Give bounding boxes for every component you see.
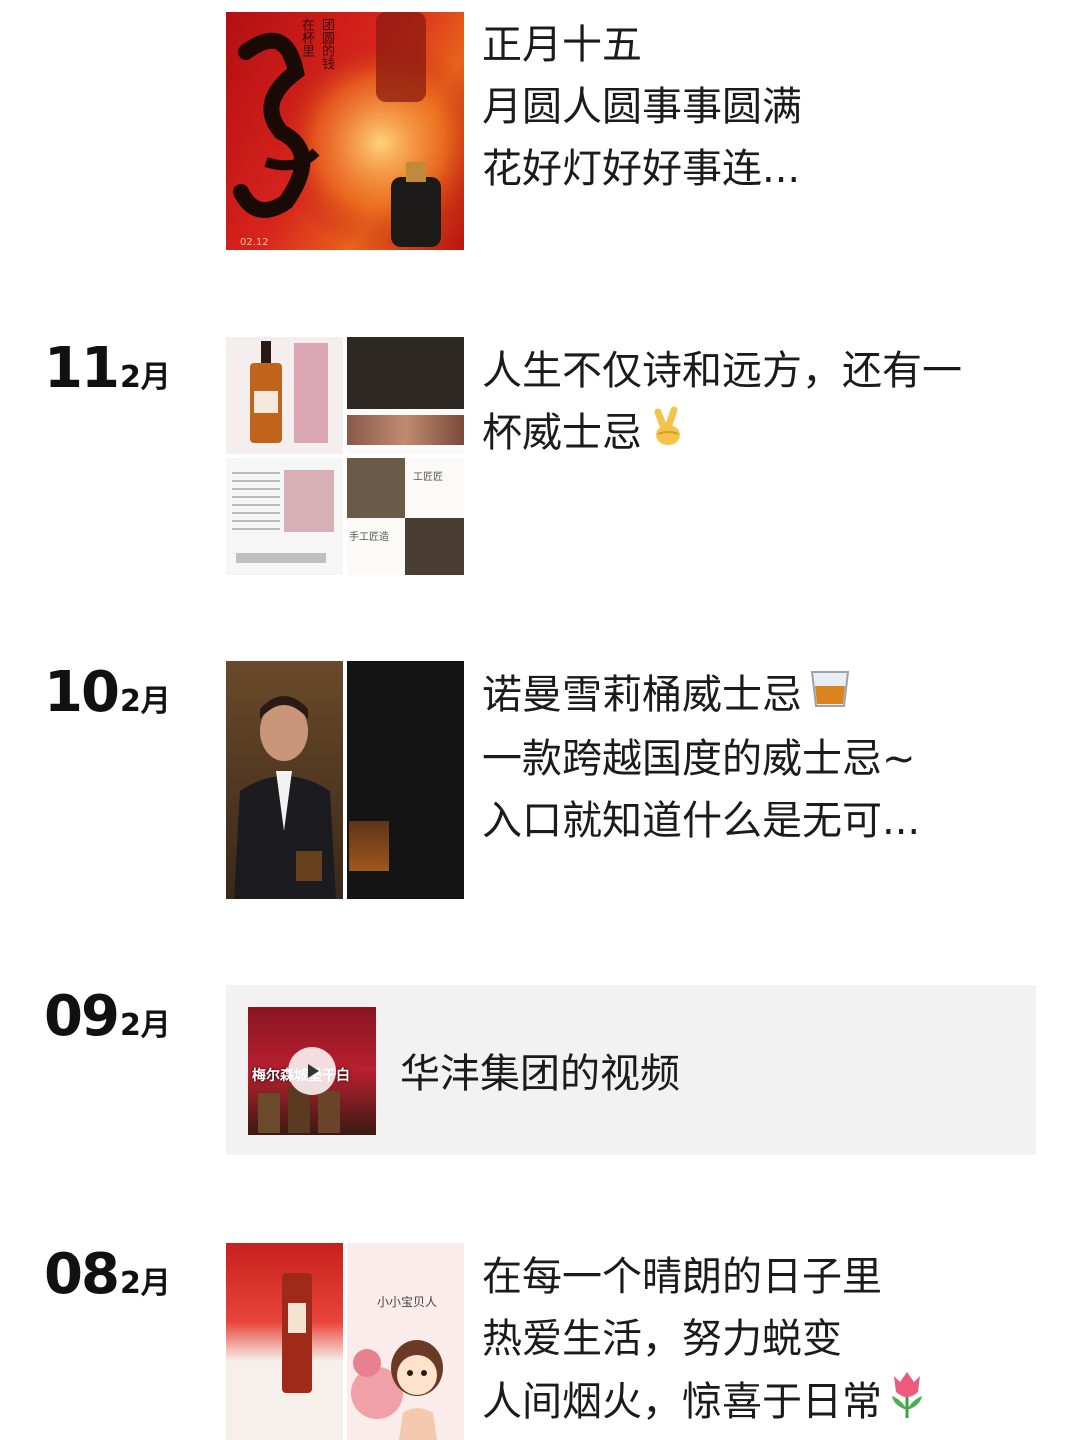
date-month: 2月 <box>119 684 171 719</box>
date-day: 11 <box>44 336 120 401</box>
post-text[interactable]: 正月十五 月圆人圆事事圆满 花好灯好好事连... <box>482 14 1042 200</box>
video-thumbnail[interactable]: 梅尔森城堡干白 <box>248 1007 376 1135</box>
post-line: 人生不仅诗和远方，还有一 <box>482 348 962 394</box>
post-line: 诺曼雪莉桶威士忌 <box>482 672 802 718</box>
victory-hand-icon <box>646 404 690 466</box>
craft-caption: 工匠匠 <box>413 472 443 483</box>
cartoon-girl-image: 小小宝贝人 <box>347 1243 464 1440</box>
post-date: 10 2月 <box>44 660 171 725</box>
post-text[interactable]: 在每一个晴朗的日子里 热爱生活，努力蜕变 人间烟火，惊喜于日常 <box>482 1246 1042 1438</box>
post-thumbnail[interactable] <box>226 661 464 899</box>
date-day: 08 <box>44 1242 120 1307</box>
distillery-image <box>347 337 464 454</box>
post-thumbnail[interactable]: 团圆的钱 在杯里 02.12 <box>226 12 464 250</box>
craft-image: 手工匠造 工匠匠 <box>347 458 464 575</box>
post-date: 09 2月 <box>44 984 171 1049</box>
post-line: 人间烟火，惊喜于日常 <box>482 1379 882 1425</box>
post-line: 在每一个晴朗的日子里 <box>482 1254 882 1300</box>
date-day: 09 <box>44 984 120 1049</box>
poster-caption: 在杯里 <box>299 18 314 57</box>
date-day: 10 <box>44 660 120 725</box>
model-portrait-image <box>226 661 343 899</box>
product-info-image <box>226 458 343 575</box>
post-line: 热爱生活，努力蜕变 <box>482 1316 842 1362</box>
date-month: 2月 <box>119 1266 171 1301</box>
whisky-glass-icon <box>806 666 854 728</box>
video-title: 华沣集团的视频 <box>400 1051 680 1097</box>
poster-caption: 团圆的钱 <box>319 18 334 70</box>
post-thumbnail[interactable]: 手工匠造 工匠匠 <box>226 337 464 575</box>
whisky-bottle-image <box>226 337 343 454</box>
whisky-glass-image <box>347 661 464 899</box>
post-date: 11 2月 <box>44 336 171 401</box>
post-line: 入口就知道什么是无可... <box>482 798 921 844</box>
post-line: 一款跨越国度的威士忌~ <box>482 736 916 782</box>
craft-caption: 手工匠造 <box>349 532 389 543</box>
post-text[interactable]: 人生不仅诗和远方，还有一 杯威士忌 <box>482 340 1042 466</box>
date-month: 2月 <box>119 360 171 395</box>
post-text[interactable]: 诺曼雪莉桶威士忌 一款跨越国度的威士忌~ 入口就知道什么是无可... <box>482 664 1042 852</box>
tulip-icon <box>886 1370 928 1438</box>
post-date: 08 2月 <box>44 1242 171 1307</box>
post-line: 花好灯好好事连... <box>482 146 801 192</box>
date-month: 2月 <box>119 1008 171 1043</box>
poster-date: 02.12 <box>240 237 269 248</box>
post-line: 月圆人圆事事圆满 <box>482 84 802 130</box>
post-line: 杯威士忌 <box>482 410 642 456</box>
post-line: 正月十五 <box>482 22 642 68</box>
cognac-promo-image <box>226 1243 343 1440</box>
play-icon[interactable] <box>288 1047 336 1095</box>
liquor-poster-image <box>226 12 464 250</box>
video-card[interactable]: 梅尔森城堡干白 华沣集团的视频 <box>226 985 1036 1155</box>
post-thumbnail[interactable]: 小小宝贝人 <box>226 1243 464 1440</box>
